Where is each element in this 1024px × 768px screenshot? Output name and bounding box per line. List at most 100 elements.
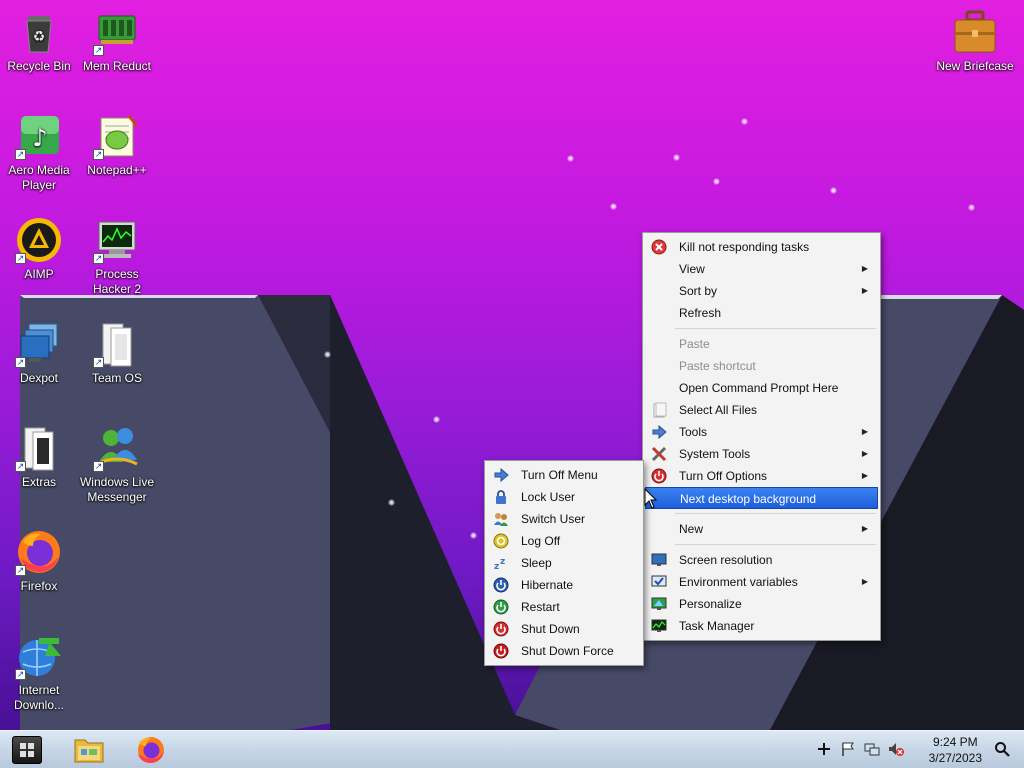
menu-item-task-manager[interactable]: Task Manager: [645, 615, 878, 637]
svg-text:♪: ♪: [32, 124, 47, 152]
process-hacker-icon: ↗: [93, 216, 141, 264]
submenu-item-log-off[interactable]: Log Off: [487, 530, 641, 552]
menu-item-label: Kill not responding tasks: [679, 240, 810, 254]
menu-item-label: Log Off: [521, 534, 561, 548]
desktop-icon-windows-live-messenger[interactable]: ↗ Windows Live Messenger: [78, 424, 156, 505]
menu-item-label: Restart: [521, 600, 560, 614]
desktop-context-menu: Kill not responding tasks View ▶ Sort by…: [642, 232, 881, 641]
task-manager-icon: [651, 618, 667, 634]
search-icon[interactable]: [994, 741, 1010, 757]
menu-item-open-command-prompt-here[interactable]: Open Command Prompt Here: [645, 377, 878, 399]
menu-item-environment-variables[interactable]: Environment variables ▶: [645, 571, 878, 593]
menu-item-label: View: [679, 262, 705, 276]
desktop-icon-aimp[interactable]: ↗ AIMP: [0, 216, 78, 282]
personalize-icon: [651, 596, 667, 612]
menu-item-sort-by[interactable]: Sort by ▶: [645, 280, 878, 302]
submenu-item-sleep[interactable]: zz Sleep: [487, 552, 641, 574]
taskbar: 9:24 PM 3/27/2023: [0, 730, 1024, 768]
sparkle: [673, 154, 680, 161]
desktop-icon-label: New Briefcase: [936, 59, 1014, 73]
shortcut-arrow-icon: ↗: [15, 669, 26, 680]
shortcut-arrow-icon: ↗: [15, 253, 26, 264]
desktop-icon-mem-reduct[interactable]: ↗ Mem Reduct: [78, 8, 156, 74]
action-center-flag-icon[interactable]: [840, 741, 856, 757]
desktop-icon-notepad-plus-plus[interactable]: ↗ Notepad++: [78, 112, 156, 178]
menu-item-label: Refresh: [679, 306, 722, 320]
menu-item-refresh[interactable]: Refresh: [645, 302, 878, 324]
network-icon[interactable]: [864, 741, 880, 757]
desktop-icon-aero-media-player[interactable]: ♪ ↗ Aero Media Player: [0, 112, 78, 193]
start-button[interactable]: [12, 736, 42, 764]
desktop-icon-internet-download-manager[interactable]: ↗ Internet Downlo...: [0, 632, 78, 713]
turn-off-submenu: Turn Off Menu Lock User Switch User Log …: [484, 460, 644, 666]
shortcut-arrow-icon: ↗: [93, 461, 104, 472]
menu-item-label: Sort by: [679, 284, 718, 298]
menu-item-label: Shut Down: [521, 622, 580, 636]
taskbar-clock[interactable]: 9:24 PM 3/27/2023: [929, 734, 982, 766]
menu-item-label: Shut Down Force: [521, 644, 614, 658]
desktop-icon-extras[interactable]: ↗ Extras: [0, 424, 78, 490]
menu-item-label: Task Manager: [679, 619, 755, 633]
desktop-icon-label: Recycle Bin: [7, 59, 71, 73]
mouse-cursor-icon: [644, 488, 658, 509]
desktop-icon-firefox[interactable]: ↗ Firefox: [0, 528, 78, 594]
menu-item-personalize[interactable]: Personalize: [645, 593, 878, 615]
desktop-icon-label: Notepad++: [87, 163, 147, 177]
desktop-icon-new-briefcase[interactable]: New Briefcase: [933, 8, 1017, 74]
sleep-icon: zz: [493, 555, 509, 572]
sparkle: [968, 204, 975, 211]
desktop-icon-dexpot[interactable]: ↗ Dexpot: [0, 320, 78, 386]
menu-item-label: Turn Off Options: [679, 469, 768, 483]
shortcut-arrow-icon: ↗: [15, 461, 26, 472]
menu-separator: [675, 544, 876, 545]
menu-item-tools[interactable]: Tools ▶: [645, 421, 878, 443]
desktop-icon-label: Team OS: [91, 371, 142, 385]
menu-item-turn-off-options[interactable]: Turn Off Options ▶: [645, 465, 878, 487]
taskbar-file-explorer[interactable]: [72, 734, 106, 766]
desktop-icon-recycle-bin[interactable]: ♻ Recycle Bin: [0, 8, 78, 74]
menu-item-label: Personalize: [679, 597, 742, 611]
menu-item-next-desktop-background[interactable]: Next desktop background: [645, 487, 878, 509]
menu-item-paste: Paste: [645, 333, 878, 355]
volume-muted-icon[interactable]: [888, 741, 904, 757]
sparkle: [470, 532, 477, 539]
submenu-item-hibernate[interactable]: Hibernate: [487, 574, 641, 596]
submenu-item-shut-down-force[interactable]: Shut Down Force: [487, 640, 641, 662]
submenu-item-shut-down[interactable]: Shut Down: [487, 618, 641, 640]
tools-arrow-icon: [651, 424, 667, 440]
plus-icon[interactable]: [816, 741, 832, 757]
menu-item-label: Paste shortcut: [679, 359, 756, 373]
submenu-item-restart[interactable]: Restart: [487, 596, 641, 618]
media-player-icon: ♪ ↗: [15, 112, 63, 160]
desktop-icon-team-os[interactable]: ↗ Team OS: [78, 320, 156, 386]
sparkle: [830, 187, 837, 194]
menu-item-screen-resolution[interactable]: Screen resolution: [645, 549, 878, 571]
menu-item-new[interactable]: New ▶: [645, 518, 878, 540]
menu-item-view[interactable]: View ▶: [645, 258, 878, 280]
menu-item-label: Tools: [679, 425, 708, 439]
desktop-icon-label: Firefox: [20, 579, 58, 593]
firefox-icon: ↗: [15, 528, 63, 576]
submenu-item-lock-user[interactable]: Lock User: [487, 486, 641, 508]
system-tools-icon: [651, 446, 667, 462]
menu-item-label: Select All Files: [679, 403, 758, 417]
power-icon: [651, 468, 667, 484]
aimp-icon: ↗: [15, 216, 63, 264]
file-explorer-icon: [74, 739, 104, 763]
menu-item-label: Sleep: [521, 556, 552, 570]
submenu-item-switch-user[interactable]: Switch User: [487, 508, 641, 530]
svg-text:z: z: [500, 557, 505, 567]
menu-item-label: Switch User: [521, 512, 586, 526]
menu-item-select-all-files[interactable]: Select All Files: [645, 399, 878, 421]
menu-item-system-tools[interactable]: System Tools ▶: [645, 443, 878, 465]
taskbar-firefox[interactable]: [134, 734, 168, 766]
internet-download-manager-icon: ↗: [15, 632, 63, 680]
menu-item-label: Hibernate: [521, 578, 574, 592]
submenu-arrow-icon: ▶: [861, 449, 868, 458]
submenu-item-turn-off-menu[interactable]: Turn Off Menu: [487, 464, 641, 486]
desktop-icon-label: Mem Reduct: [82, 59, 152, 73]
desktop-icon-process-hacker[interactable]: ↗ Process Hacker 2: [78, 216, 156, 297]
shut-down-force-icon: [493, 643, 509, 659]
switch-user-icon: [493, 511, 509, 527]
menu-item-kill-not-responding-tasks[interactable]: Kill not responding tasks: [645, 236, 878, 258]
